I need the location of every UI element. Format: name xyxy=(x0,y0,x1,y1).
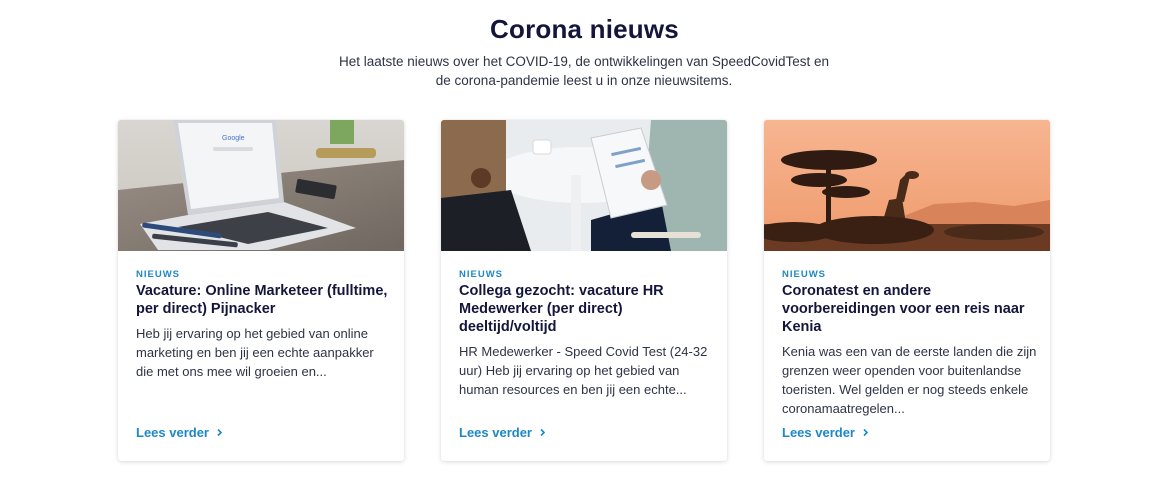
card-excerpt: Kenia was een van de eerste landen die z… xyxy=(782,344,1037,416)
card-title[interactable]: Collega gezocht: vacature HR Medewerker … xyxy=(459,282,715,336)
card-excerpt: Heb jij ervaring op het gebied van onlin… xyxy=(136,326,374,379)
chevron-right-icon xyxy=(540,428,546,437)
card-category: NIEUWS xyxy=(136,269,180,280)
google-logo: Google xyxy=(222,135,245,142)
news-card[interactable]: NIEUWS Coronatest en andere voorbereidin… xyxy=(764,120,1050,461)
card-title[interactable]: Coronatest en andere voorbereidingen voo… xyxy=(782,282,1038,336)
news-card[interactable]: NIEUWS Collega gezocht: vacature HR Mede… xyxy=(441,120,727,461)
read-more-label: Lees verder xyxy=(782,425,855,440)
chevron-right-icon xyxy=(863,428,869,437)
card-category: NIEUWS xyxy=(459,269,503,280)
read-more-link[interactable]: Lees verder xyxy=(782,425,870,440)
news-card[interactable]: Google NIEUWS Vacature: Online Marketeer… xyxy=(118,120,404,461)
card-title[interactable]: Vacature: Online Marketeer (fulltime, pe… xyxy=(136,282,392,318)
chevron-right-icon xyxy=(217,428,223,437)
card-image-interview[interactable] xyxy=(441,120,727,251)
card-image-giraffe[interactable] xyxy=(764,120,1050,251)
section-intro: Het laatste nieuws over het COVID-19, de… xyxy=(338,54,830,88)
read-more-link[interactable]: Lees verder xyxy=(459,425,547,440)
section-title: Corona nieuws xyxy=(490,14,679,44)
card-category: NIEUWS xyxy=(782,269,826,280)
card-excerpt: HR Medewerker - Speed Covid Test (24-32 … xyxy=(459,344,708,397)
read-more-link[interactable]: Lees verder xyxy=(136,425,224,440)
card-image-laptop[interactable]: Google xyxy=(118,120,404,251)
read-more-label: Lees verder xyxy=(459,425,532,440)
read-more-label: Lees verder xyxy=(136,425,209,440)
